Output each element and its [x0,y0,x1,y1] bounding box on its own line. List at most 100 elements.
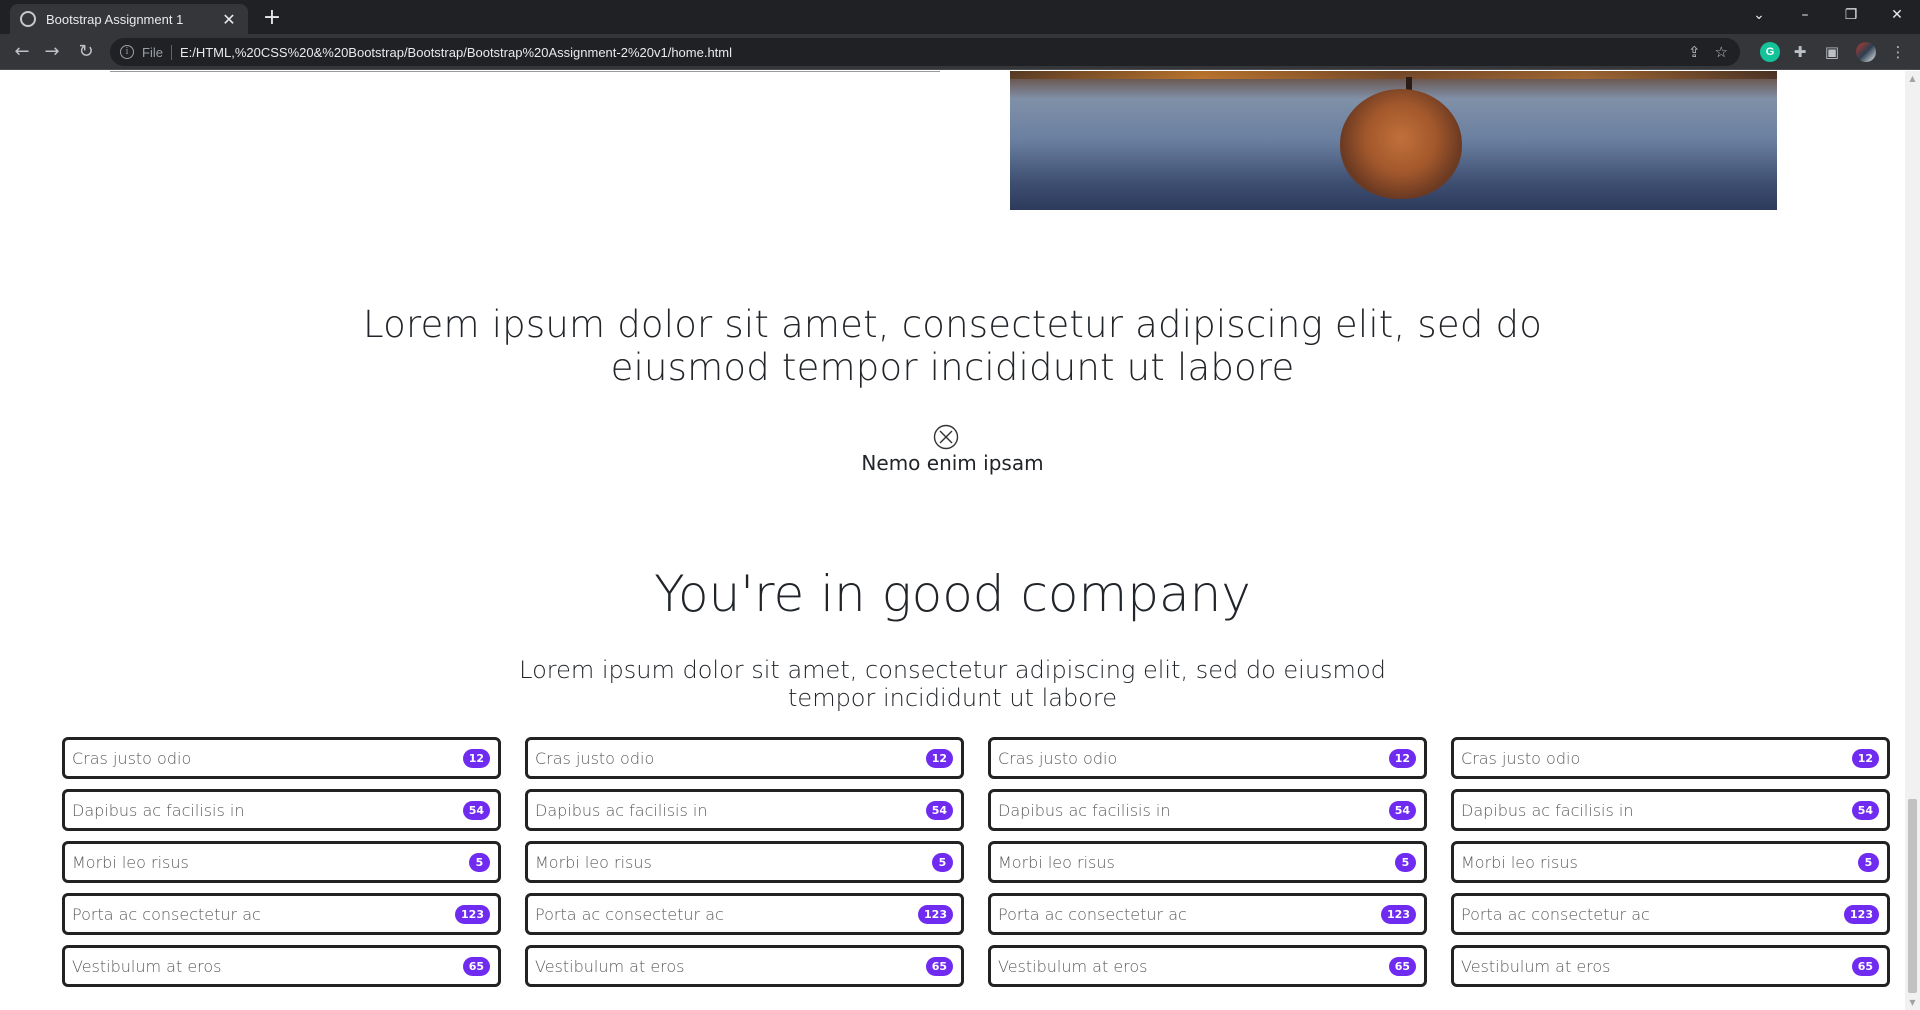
back-arrow-icon[interactable]: ← [8,38,36,66]
list-item-label: Cras justo odio [535,748,655,768]
restore-icon[interactable]: ❐ [1828,0,1874,30]
count-badge: 54 [925,800,953,820]
count-badge: 123 [455,904,490,924]
list-item-label: Dapibus ac facilisis in [535,800,708,820]
reload-icon[interactable]: ↻ [72,38,100,66]
count-badge: 54 [1388,800,1416,820]
list-item[interactable]: Morbi leo risus 5 [1451,841,1890,883]
tree-reflection [1340,89,1462,199]
list-item[interactable]: Cras justo odio 12 [525,737,964,779]
browser-toolbar: ← → ↻ i File E:/HTML,%20CSS%20&%20Bootst… [0,34,1920,70]
scrollbar-thumb[interactable] [1908,799,1917,993]
list-item[interactable]: Vestibulum at eros 65 [988,945,1427,987]
list-item[interactable]: Dapibus ac facilisis in 54 [62,789,501,831]
tab-strip: Bootstrap Assignment 1 ✕ + ⌄ – ❐ ✕ [0,0,1920,34]
omnibox-actions: ⇪ ☆ [1688,38,1728,66]
list-item[interactable]: Vestibulum at eros 65 [62,945,501,987]
browser-tab[interactable]: Bootstrap Assignment 1 ✕ [10,4,248,34]
company-title: You're in good company [654,565,1251,623]
count-badge: 5 [932,852,953,872]
globe-icon [20,11,36,27]
list-item[interactable]: Cras justo odio 12 [62,737,501,779]
list-item[interactable]: Dapibus ac facilisis in 54 [988,789,1427,831]
list-item[interactable]: Cras justo odio 12 [988,737,1427,779]
list-item[interactable]: Dapibus ac facilisis in 54 [1451,789,1890,831]
list-item-label: Vestibulum at eros [1461,956,1611,976]
count-badge: 65 [1851,956,1879,976]
list-item[interactable]: Vestibulum at eros 65 [525,945,964,987]
count-badge: 123 [918,904,953,924]
url-text[interactable]: E:/HTML,%20CSS%20&%20Bootstrap/Bootstrap… [180,45,732,60]
list-item-label: Cras justo odio [1461,748,1581,768]
list-item[interactable]: Dapibus ac facilisis in 54 [525,789,964,831]
list-item[interactable]: Porta ac consectetur ac 123 [988,893,1427,935]
list-item-label: Vestibulum at eros [998,956,1148,976]
circle-x-icon [933,424,959,450]
list-item[interactable]: Vestibulum at eros 65 [1451,945,1890,987]
info-icon[interactable]: i [120,45,134,59]
minimize-icon[interactable]: – [1782,0,1828,30]
list-item[interactable]: Morbi leo risus 5 [62,841,501,883]
tab-search-icon[interactable]: ⌄ [1736,0,1782,30]
list-group-4: Cras justo odio 12 Dapibus ac facilisis i… [1451,737,1890,987]
count-badge: 54 [462,800,490,820]
tab-title: Bootstrap Assignment 1 [46,11,184,27]
list-item-label: Vestibulum at eros [535,956,685,976]
list-item[interactable]: Porta ac consectetur ac 123 [525,893,964,935]
count-badge: 12 [1388,748,1416,768]
list-item-label: Porta ac consectetur ac [1461,904,1650,924]
menu-kebab-icon[interactable]: ⋮ [1888,42,1908,62]
forward-arrow-icon[interactable]: → [38,38,66,66]
list-group-2: Cras justo odio 12 Dapibus ac facilisis i… [525,737,964,987]
list-item-label: Dapibus ac facilisis in [998,800,1171,820]
count-badge: 54 [1851,800,1879,820]
grammarly-icon[interactable]: G [1760,42,1780,62]
list-item-label: Porta ac consectetur ac [535,904,724,924]
count-badge: 12 [1851,748,1879,768]
list-item[interactable]: Cras justo odio 12 [1451,737,1890,779]
quote-author: Nemo enim ipsam [861,451,1044,475]
count-badge: 65 [462,956,490,976]
list-item-label: Cras justo odio [72,748,192,768]
list-item-label: Morbi leo risus [72,852,189,872]
address-bar[interactable]: i File E:/HTML,%20CSS%20&%20Bootstrap/Bo… [110,38,1740,66]
side-panel-icon[interactable]: ▣ [1822,42,1842,62]
list-item-label: Morbi leo risus [998,852,1115,872]
extensions-puzzle-icon[interactable]: ✚ [1790,42,1810,62]
divider-line [110,71,940,72]
list-item[interactable]: Morbi leo risus 5 [525,841,964,883]
count-badge: 12 [462,748,490,768]
lead-heading-text: Lorem ipsum dolor sit amet, consectetur … [362,303,1543,389]
close-window-icon[interactable]: ✕ [1874,0,1920,30]
file-label: File [142,44,172,60]
list-item-label: Morbi leo risus [535,852,652,872]
list-group-3: Cras justo odio 12 Dapibus ac facilisis i… [988,737,1427,987]
scroll-down-arrow-icon[interactable]: ▼ [1905,995,1920,1010]
list-item-label: Dapibus ac facilisis in [1461,800,1634,820]
close-tab-icon[interactable]: ✕ [220,10,238,29]
list-item[interactable]: Morbi leo risus 5 [988,841,1427,883]
share-icon[interactable]: ⇪ [1688,43,1701,61]
bookmark-star-icon[interactable]: ☆ [1715,43,1728,61]
list-item-label: Porta ac consectetur ac [72,904,261,924]
list-item-label: Dapibus ac facilisis in [72,800,245,820]
lake-tree-reflection-image [1010,71,1777,210]
count-badge: 123 [1381,904,1416,924]
list-item-label: Vestibulum at eros [72,956,222,976]
count-badge: 65 [925,956,953,976]
list-group-row: Cras justo odio 12 Dapibus ac facilisis i… [62,737,1890,987]
page-viewport: Lorem ipsum dolor sit amet, consectetur … [0,71,1905,1010]
list-group-1: Cras justo odio 12 Dapibus ac facilisis i… [62,737,501,987]
list-item[interactable]: Porta ac consectetur ac 123 [1451,893,1890,935]
scroll-up-arrow-icon[interactable]: ▲ [1905,71,1920,86]
company-subtitle-text: Lorem ipsum dolor sit amet, consectetur … [519,656,1386,712]
list-item[interactable]: Porta ac consectetur ac 123 [62,893,501,935]
count-badge: 12 [925,748,953,768]
company-subtitle: Lorem ipsum dolor sit amet, consectetur … [0,656,1905,712]
profile-avatar[interactable] [1856,42,1876,62]
vertical-scrollbar[interactable]: ▲ ▼ [1905,71,1920,1010]
lead-heading: Lorem ipsum dolor sit amet, consectetur … [0,303,1905,389]
list-item-label: Porta ac consectetur ac [998,904,1187,924]
count-badge: 5 [1858,852,1879,872]
new-tab-button[interactable]: + [258,5,286,33]
